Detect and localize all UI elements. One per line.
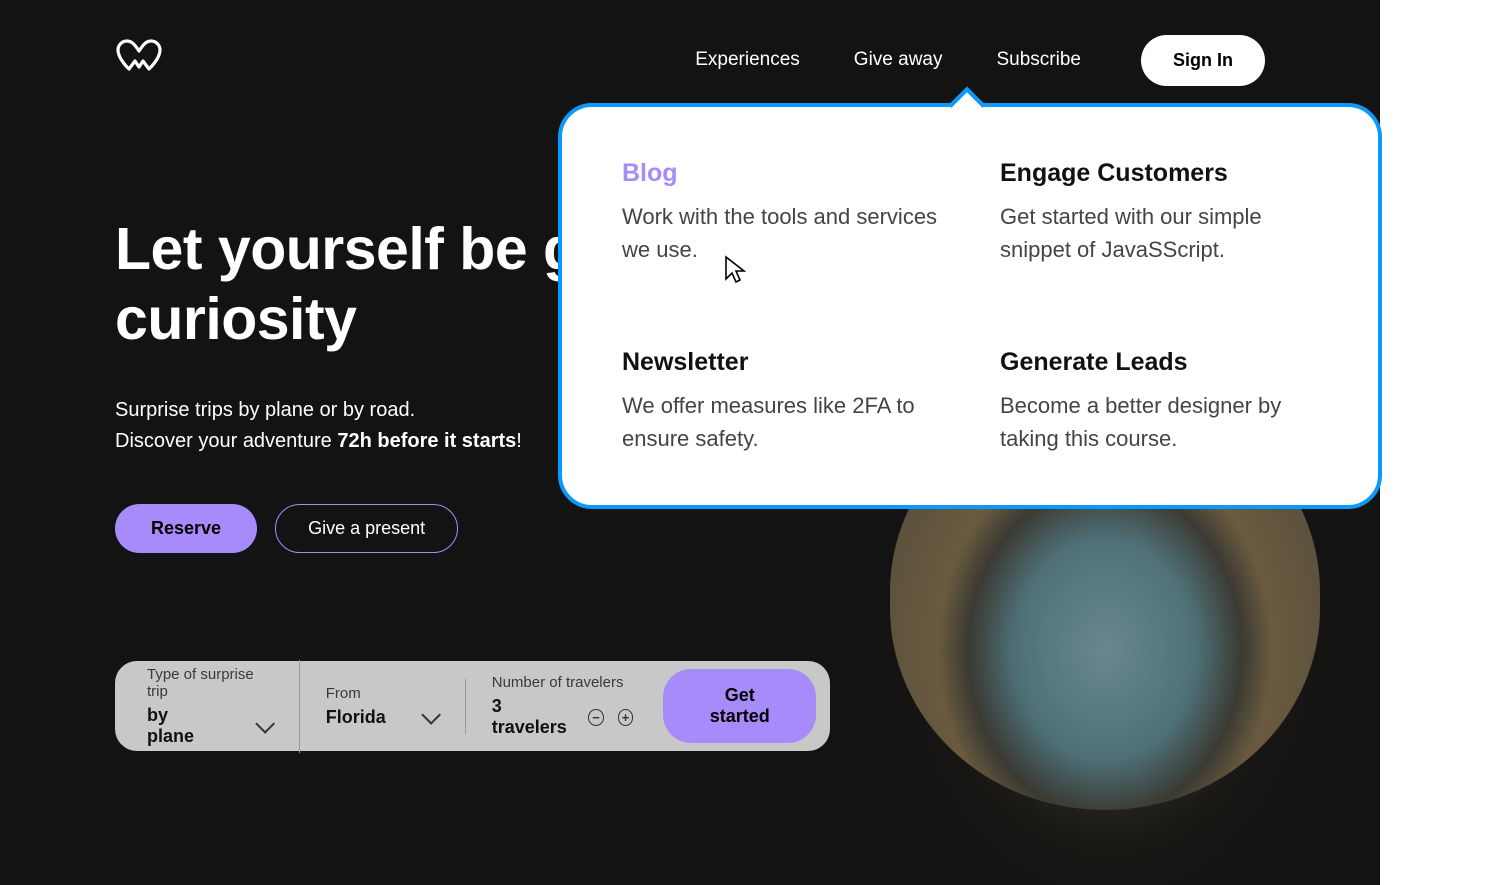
subhead-line2-post: !: [516, 430, 522, 452]
dropdown-item-title: Newsletter: [622, 348, 940, 377]
nav-link-subscribe[interactable]: Subscribe: [997, 49, 1082, 71]
get-started-button[interactable]: Get started: [663, 669, 816, 743]
trip-from-value: Florida: [326, 707, 386, 728]
subhead-line2-pre: Discover your adventure: [115, 430, 337, 452]
dropdown-item-desc: Become a better designer by taking this …: [1000, 389, 1318, 455]
dropdown-item-newsletter[interactable]: Newsletter We offer measures like 2FA to…: [622, 348, 940, 465]
trip-from-field[interactable]: From Florida: [300, 685, 466, 728]
trip-from-label: From: [326, 685, 436, 702]
trip-type-field[interactable]: Type of surprise trip by plane: [147, 666, 300, 747]
dropdown-item-desc: Get started with our simple snippet of J…: [1000, 200, 1318, 266]
dropdown-item-generate-leads[interactable]: Generate Leads Become a better designer …: [1000, 348, 1318, 465]
travelers-value: 3 travelers: [492, 696, 574, 738]
reserve-button[interactable]: Reserve: [115, 504, 257, 553]
dropdown-item-title: Generate Leads: [1000, 348, 1318, 377]
cta-row: Reserve Give a present: [115, 504, 458, 553]
chevron-down-icon: [421, 705, 441, 725]
nav-link-experiences[interactable]: Experiences: [695, 49, 800, 71]
trip-type-label: Type of surprise trip: [147, 666, 270, 700]
top-nav: Experiences Give away Subscribe Sign In: [0, 0, 1380, 120]
nav-links: Experiences Give away Subscribe: [695, 49, 1081, 71]
dropdown-item-blog[interactable]: Blog Work with the tools and services we…: [622, 159, 940, 276]
trip-search-bar: Type of surprise trip by plane From Flor…: [115, 661, 830, 751]
chevron-down-icon: [255, 713, 275, 733]
dropdown-item-desc: Work with the tools and services we use.: [622, 200, 940, 266]
dropdown-item-title: Blog: [622, 159, 940, 188]
dropdown-item-engage-customers[interactable]: Engage Customers Get started with our si…: [1000, 159, 1318, 276]
travelers-label: Number of travelers: [492, 674, 634, 691]
sign-in-button[interactable]: Sign In: [1141, 35, 1265, 86]
subscribe-dropdown: Blog Work with the tools and services we…: [558, 103, 1382, 509]
brand-logo[interactable]: [115, 37, 163, 84]
dropdown-item-title: Engage Customers: [1000, 159, 1318, 188]
subhead-line2-bold: 72h before it starts: [337, 430, 516, 452]
travelers-increment[interactable]: +: [618, 709, 634, 726]
travelers-decrement[interactable]: −: [588, 709, 604, 726]
page-subheadline: Surprise trips by plane or by road. Disc…: [115, 395, 522, 457]
dropdown-item-desc: We offer measures like 2FA to ensure saf…: [622, 389, 940, 455]
travelers-field: Number of travelers 3 travelers − +: [466, 674, 664, 738]
give-present-button[interactable]: Give a present: [275, 504, 458, 553]
trip-type-value: by plane: [147, 705, 220, 747]
logo-icon: [115, 37, 163, 79]
subhead-line1: Surprise trips by plane or by road.: [115, 399, 415, 421]
nav-link-give-away[interactable]: Give away: [854, 49, 943, 71]
cursor-icon: [724, 255, 746, 290]
